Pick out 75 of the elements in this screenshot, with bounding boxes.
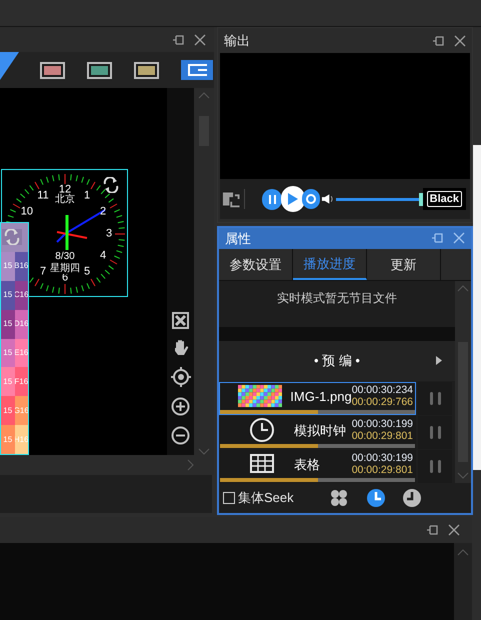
clock-numeral: 10: [20, 206, 34, 218]
table-cell: D16: [14, 318, 28, 330]
pin-icon[interactable]: [172, 34, 184, 46]
tab[interactable]: 播放进度: [293, 248, 367, 280]
panel-title: 属性: [225, 230, 251, 248]
table-cell: C16: [14, 289, 28, 302]
clock-numeral: 3: [106, 228, 112, 240]
speaker-icon[interactable]: [321, 193, 334, 205]
table-cell: 15: [3, 289, 12, 302]
remaining-time: 00:00:29:801: [352, 464, 413, 476]
remaining-time: 00:00:29:801: [352, 430, 413, 442]
checkbox[interactable]: [223, 492, 235, 504]
table-cell: E16: [14, 346, 28, 359]
section-label: • 预 编 •: [314, 352, 360, 370]
item-name: 表格: [294, 456, 320, 474]
clock-numeral: 4: [100, 250, 106, 262]
close-icon[interactable]: [448, 524, 460, 536]
target-icon[interactable]: [170, 367, 190, 387]
notice-text: 实时模式暂无节目文件: [276, 290, 398, 307]
volume-slider[interactable]: [336, 192, 423, 206]
table-cell: 15: [3, 434, 12, 446]
replay-icon: [304, 193, 317, 205]
table-cell: H16: [14, 434, 28, 446]
expand-arrow-icon[interactable]: [435, 355, 443, 366]
item-name: IMG-1.png: [290, 388, 352, 406]
tab[interactable]: 更新: [367, 248, 441, 280]
fit-screen-icon[interactable]: [172, 312, 189, 329]
table-cell: 15: [3, 346, 12, 359]
hand-icon[interactable]: [172, 339, 189, 357]
pin-icon[interactable]: [432, 34, 444, 46]
color-swatch[interactable]: [40, 62, 65, 78]
table-cell: F16: [14, 376, 28, 388]
close-icon[interactable]: [453, 232, 465, 244]
zoom-in-icon[interactable]: [171, 397, 190, 416]
remaining-time: 00:00:29:766: [352, 396, 413, 408]
clock-icon[interactable]: [402, 488, 421, 507]
pause-button[interactable]: [262, 188, 282, 210]
color-swatch[interactable]: [87, 62, 112, 78]
repeat-icon: [2, 229, 22, 245]
elapsed-time: 00:00:30:199: [352, 452, 413, 464]
playlist-item[interactable]: 表格 00:00:30:199 00:00:29:801: [219, 450, 416, 483]
exit-icon: [186, 63, 208, 77]
clock-city: 北京: [55, 195, 75, 205]
play-button[interactable]: [280, 186, 305, 212]
close-icon[interactable]: [454, 34, 466, 46]
table-cell: 15: [3, 318, 12, 330]
tab[interactable]: 参数设置: [219, 248, 293, 280]
panel-title: 输出: [224, 32, 250, 50]
table-cell: 15: [3, 376, 12, 388]
elapsed-time: 00:00:30:199: [352, 418, 413, 430]
clock-icon[interactable]: [366, 488, 385, 507]
table-cell: G16: [14, 404, 28, 417]
fit-button[interactable]: [181, 60, 213, 80]
clock-numeral: 7: [40, 266, 46, 278]
play-icon: [286, 192, 299, 206]
zoom-out-icon[interactable]: [171, 426, 190, 445]
close-icon[interactable]: [194, 34, 206, 46]
checkbox-label: 集体Seek: [238, 489, 294, 508]
table-cell: 15: [3, 404, 12, 417]
grid-icon[interactable]: [330, 488, 348, 507]
replay-button[interactable]: [302, 189, 320, 209]
clock-numeral: 11: [37, 190, 49, 202]
pin-icon[interactable]: [431, 232, 443, 244]
pin-icon[interactable]: [426, 524, 438, 536]
color-swatch[interactable]: [134, 62, 159, 78]
output-mode-button[interactable]: Black: [426, 191, 462, 207]
repeat-icon: [101, 177, 121, 193]
item-name: 模拟时钟: [294, 422, 346, 440]
clock-numeral: 5: [84, 266, 90, 278]
clock-numeral: 1: [84, 190, 90, 202]
clock-weekday: 星期四: [50, 264, 80, 274]
elapsed-time: 00:00:30:234: [352, 384, 413, 396]
clock-date: 8/30: [55, 252, 75, 262]
table-cell: B16: [14, 260, 28, 272]
table-cell: 15: [3, 260, 12, 272]
